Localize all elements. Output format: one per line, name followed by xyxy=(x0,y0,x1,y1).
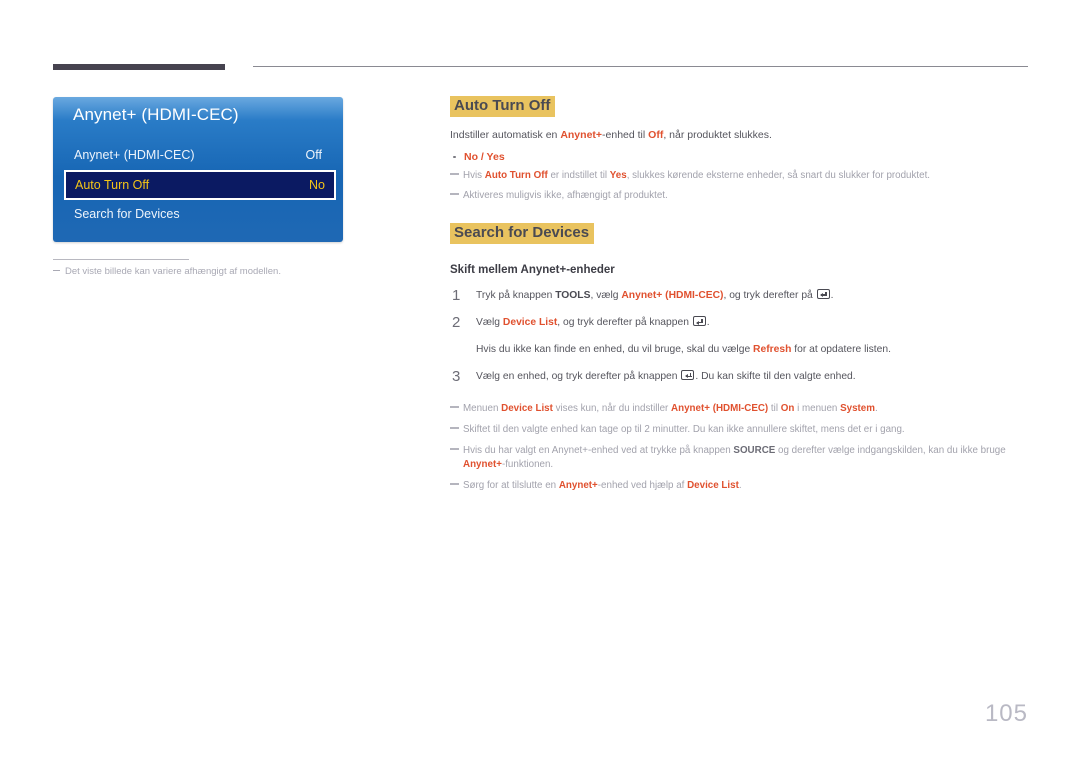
osd-row-label: Search for Devices xyxy=(74,207,180,221)
step-2-substep: Hvis du ikke kan finde en enhed, du vil … xyxy=(450,342,1028,357)
text-fragment: -enhed ved hjælp af xyxy=(597,480,688,492)
dash-icon xyxy=(53,269,60,271)
emphasis-tools-button: TOOLS xyxy=(555,290,591,302)
text-fragment: Skiftet til den valgte enhed kan tage op… xyxy=(463,423,905,435)
osd-row-search-for-devices[interactable]: Search for Devices xyxy=(74,200,322,229)
text-fragment: , og tryk derefter på knappen xyxy=(557,317,692,329)
osd-row-anynet[interactable]: Anynet+ (HDMI-CEC) Off xyxy=(74,141,322,170)
emphasis-device-list: Device List xyxy=(502,317,558,329)
enter-key-icon xyxy=(681,370,695,381)
emphasis-anynet: Anynet+ xyxy=(558,480,598,492)
step-3: 3 Vælg en enhed, og tryk derefter på knap… xyxy=(450,368,1028,385)
osd-menu-list: Anynet+ (HDMI-CEC) Off Auto Turn Off No … xyxy=(53,141,343,229)
auto-turn-off-note-2: Aktiveres muligvis ikke, afhængigt af pr… xyxy=(450,189,1028,204)
osd-row-value: No xyxy=(309,178,325,192)
dash-icon xyxy=(450,405,459,408)
dash-icon xyxy=(450,172,459,175)
auto-turn-off-options: No / Yes xyxy=(450,151,1028,163)
header-rule-thin xyxy=(253,66,1028,67)
emphasis-refresh: Refresh xyxy=(753,343,792,355)
auto-turn-off-note-1: Hvis Auto Turn Off er indstillet til Yes… xyxy=(450,169,1028,184)
emphasis-anynet: Anynet+ xyxy=(463,459,502,471)
caption-rule xyxy=(53,259,189,260)
search-note-2: Skiftet til den valgte enhed kan tage op… xyxy=(450,423,1028,438)
search-for-devices-notes: Menuen Device List vises kun, når du ind… xyxy=(450,402,1028,494)
step-number: 1 xyxy=(452,287,461,305)
enter-key-icon xyxy=(692,316,706,327)
text-fragment: i menuen xyxy=(794,402,841,414)
dash-icon xyxy=(450,426,459,429)
dash-icon xyxy=(450,193,459,196)
text-fragment: . xyxy=(738,480,742,492)
text-fragment: , og tryk derefter på xyxy=(723,290,816,302)
text-fragment: . Du kan skifte til den valgte enhed. xyxy=(695,371,856,383)
content-column: Auto Turn Off Indstiller automatisk en A… xyxy=(450,96,1028,494)
osd-menu-title: Anynet+ (HDMI-CEC) xyxy=(73,105,239,124)
text-fragment: -funktionen. xyxy=(501,459,554,471)
header-rule-thick xyxy=(53,64,225,70)
search-note-1: Menuen Device List vises kun, når du ind… xyxy=(450,402,1028,417)
auto-turn-off-intro: Indstiller automatisk en Anynet+-enhed t… xyxy=(450,128,1028,144)
text-fragment: for at opdatere listen. xyxy=(791,343,891,355)
text-fragment: , når produktet slukkes. xyxy=(663,128,772,141)
page-number: 105 xyxy=(984,700,1028,727)
text-fragment: Sørg for at tilslutte en xyxy=(463,480,559,492)
osd-caption: Det viste billede kan variere afhængigt … xyxy=(53,266,383,277)
osd-menu-panel: Anynet+ (HDMI-CEC) Anynet+ (HDMI-CEC) Of… xyxy=(53,97,343,242)
dash-icon xyxy=(450,483,459,486)
text-fragment: Hvis du ikke kan finde en enhed, du vil … xyxy=(476,343,754,355)
text-fragment: . xyxy=(830,290,834,302)
text-fragment: Indstiller automatisk en xyxy=(450,128,561,141)
text-fragment: Menuen xyxy=(463,402,502,414)
emphasis-on: On xyxy=(780,402,795,414)
text-fragment: Aktiveres muligvis ikke, afhængigt af pr… xyxy=(463,190,668,202)
emphasis-device-list: Device List xyxy=(501,402,553,414)
text-fragment: Tryk på knappen xyxy=(476,290,556,302)
search-note-4: Sørg for at tilslutte en Anynet+-enhed v… xyxy=(450,479,1028,494)
text-fragment: og derefter vælge indgangskilden, kan du… xyxy=(775,444,1006,456)
emphasis-anynet: Anynet+ xyxy=(560,128,603,141)
emphasis-anynet-hdmi-cec: Anynet+ (HDMI-CEC) xyxy=(621,290,724,302)
text-fragment: Vælg xyxy=(476,317,503,329)
text-fragment: Hvis xyxy=(463,169,485,181)
step-2: 2 Vælg Device List, og tryk derefter på k… xyxy=(450,314,1028,331)
text-fragment: , slukkes kørende eksterne enheder, så s… xyxy=(626,169,931,181)
emphasis-source-button: SOURCE xyxy=(733,444,776,456)
dash-icon xyxy=(450,447,459,450)
osd-row-label: Auto Turn Off xyxy=(75,178,150,192)
text-fragment: er indstillet til xyxy=(547,169,610,181)
text-fragment: -enhed til xyxy=(602,128,649,141)
enter-key-icon xyxy=(816,289,830,300)
emphasis-device-list: Device List xyxy=(687,480,739,492)
osd-caption-text: Det viste billede kan variere afhængigt … xyxy=(65,266,281,277)
search-note-3: Hvis du har valgt en Anynet+-enhed ved a… xyxy=(450,444,1028,474)
text-fragment: vises kun, når du indstiller xyxy=(552,402,672,414)
emphasis-anynet-hdmi-cec: Anynet+ (HDMI-CEC) xyxy=(671,402,769,414)
osd-row-label: Anynet+ (HDMI-CEC) xyxy=(74,148,195,162)
text-fragment: . xyxy=(706,317,710,329)
emphasis-system: System xyxy=(840,402,875,414)
osd-row-value: Off xyxy=(305,148,322,162)
bullet-dot-icon xyxy=(453,155,456,158)
emphasis-yes: Yes xyxy=(609,169,627,181)
step-number: 3 xyxy=(452,368,461,386)
text-fragment: . xyxy=(874,402,878,414)
text-fragment: Vælg en enhed, og tryk derefter på knapp… xyxy=(476,371,681,383)
text-fragment: til xyxy=(768,402,781,414)
osd-row-auto-turn-off[interactable]: Auto Turn Off No xyxy=(64,170,336,200)
heading-auto-turn-off: Auto Turn Off xyxy=(450,96,556,117)
text-fragment: , vælg xyxy=(590,290,622,302)
text-fragment: Hvis du har valgt en Anynet+-enhed ved a… xyxy=(463,444,734,456)
emphasis-auto-turn-off: Auto Turn Off xyxy=(484,169,548,181)
heading-search-for-devices: Search for Devices xyxy=(450,223,595,245)
step-1: 1 Tryk på knappen TOOLS, vælg Anynet+ (HD… xyxy=(450,287,1028,304)
step-number: 2 xyxy=(452,314,461,332)
emphasis-off: Off xyxy=(648,128,664,141)
auto-turn-off-option-values: No / Yes xyxy=(464,150,505,163)
subheading-switch-between-devices: Skift mellem Anynet+-enheder xyxy=(450,264,615,277)
